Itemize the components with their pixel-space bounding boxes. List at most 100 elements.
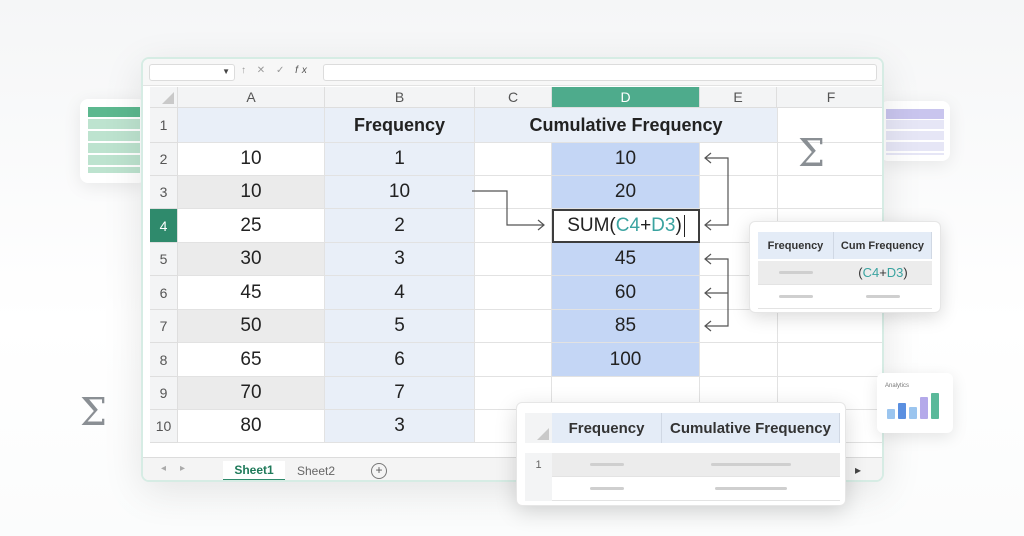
cell-a3[interactable]: 10 <box>178 176 325 209</box>
formula-input[interactable] <box>323 64 877 81</box>
popup-cell-formula: (C4 + D3) <box>834 261 932 285</box>
column-header-b[interactable]: B <box>325 87 475 108</box>
cell-f3[interactable] <box>778 176 882 209</box>
cell-c7[interactable] <box>475 310 552 343</box>
cell-c6[interactable] <box>475 276 552 310</box>
cell-d4-active-formula[interactable]: SUM(C4 + D3) <box>552 209 700 243</box>
analytics-bar <box>887 409 895 419</box>
sheet-nav-arrows[interactable]: ◂▸ <box>161 463 199 474</box>
confirm-icon[interactable]: ✓ <box>276 65 288 76</box>
cell-b3[interactable]: 10 <box>325 176 475 209</box>
tab-sheet2[interactable]: Sheet2 <box>287 461 345 480</box>
cell-b1-frequency-header[interactable]: Frequency <box>325 108 475 143</box>
row-header-2[interactable]: 2 <box>150 143 178 176</box>
left-mini-spreadsheet-card <box>80 99 146 183</box>
row-header-5[interactable]: 5 <box>150 243 178 276</box>
cell-f7[interactable] <box>778 310 882 343</box>
analytics-card: Analytics <box>877 373 953 433</box>
cell-a1[interactable] <box>178 108 325 143</box>
cell-d7[interactable]: 85 <box>552 310 700 343</box>
cell-a4[interactable]: 25 <box>178 209 325 243</box>
column-header-f[interactable]: F <box>777 87 882 108</box>
row-header-7[interactable]: 7 <box>150 310 178 343</box>
cell-e3[interactable] <box>700 176 778 209</box>
column-header-a[interactable]: A <box>178 87 325 108</box>
cell-c2[interactable] <box>475 143 552 176</box>
cell-c8[interactable] <box>475 343 552 377</box>
cell-a8[interactable]: 65 <box>178 343 325 377</box>
row-header-1[interactable]: 1 <box>150 108 178 143</box>
cell-a5[interactable]: 30 <box>178 243 325 276</box>
text-cursor <box>683 215 685 237</box>
row-header-6[interactable]: 6 <box>150 276 178 310</box>
formula-prefix: SUM( <box>567 215 616 236</box>
tab-sheet1[interactable]: Sheet1 <box>223 461 285 480</box>
column-header-c[interactable]: C <box>475 87 552 108</box>
analytics-bar <box>931 393 939 419</box>
select-all-corner[interactable] <box>150 87 178 108</box>
name-box[interactable]: ▼ <box>149 64 235 81</box>
cell-d3[interactable]: 20 <box>552 176 700 209</box>
popup-header-frequency: Frequency <box>758 232 834 259</box>
cell-c3[interactable] <box>475 176 552 209</box>
popup-ref-c4: C4 <box>862 265 880 280</box>
popup-cell-dash <box>552 477 662 501</box>
formula-bar: ▼ ↑ ✕ ✓ fx <box>143 59 882 86</box>
column-header-d[interactable]: D <box>552 87 700 108</box>
cell-c4[interactable] <box>475 209 552 243</box>
cell-a9[interactable]: 70 <box>178 377 325 410</box>
cell-a7[interactable]: 50 <box>178 310 325 343</box>
cell-d2[interactable]: 10 <box>552 143 700 176</box>
cell-e2[interactable] <box>700 143 778 176</box>
popup-header-frequency: Frequency <box>552 413 662 443</box>
cell-a10[interactable]: 80 <box>178 410 325 443</box>
row-header-4[interactable]: 4 <box>150 209 178 243</box>
chevron-down-icon: ▼ <box>222 67 230 76</box>
cell-b7[interactable]: 5 <box>325 310 475 343</box>
cell-b4[interactable]: 2 <box>325 209 475 243</box>
popup-cell-dash <box>758 261 834 285</box>
fx-icon[interactable]: fx <box>295 65 311 76</box>
cell-f1[interactable] <box>778 108 882 143</box>
cell-b5[interactable]: 3 <box>325 243 475 276</box>
cell-c1-d1-cumulative-header[interactable]: Cumulative Frequency <box>475 108 778 143</box>
popup-cell-dash <box>662 477 840 501</box>
cell-e7[interactable] <box>700 310 778 343</box>
formula-ref-d3: D3 <box>651 215 676 236</box>
row-header-3[interactable]: 3 <box>150 176 178 209</box>
scroll-right-icon[interactable]: ▸ <box>855 463 861 477</box>
cell-b9[interactable]: 7 <box>325 377 475 410</box>
cell-f8[interactable] <box>778 343 882 377</box>
popup-row-header-2 <box>525 477 552 501</box>
row-header-8[interactable]: 8 <box>150 343 178 377</box>
analytics-label: Analytics <box>885 383 910 389</box>
popup-cell-dash <box>662 453 840 477</box>
cell-a2[interactable]: 10 <box>178 143 325 176</box>
cell-b10[interactable]: 3 <box>325 410 475 443</box>
cell-a6[interactable]: 45 <box>178 276 325 310</box>
cell-f2[interactable] <box>778 143 882 176</box>
cell-d5[interactable]: 45 <box>552 243 700 276</box>
row-header-9[interactable]: 9 <box>150 377 178 410</box>
popup-cell-dash <box>758 285 834 309</box>
popup-corner <box>525 413 552 443</box>
cell-c5[interactable] <box>475 243 552 276</box>
add-sheet-button[interactable]: + <box>371 463 387 479</box>
popup-cell-dash <box>552 453 662 477</box>
formula-ref-c4: C4 <box>615 215 641 236</box>
cell-d6[interactable]: 60 <box>552 276 700 310</box>
mini-sheet-header <box>88 107 140 117</box>
cell-d8[interactable]: 100 <box>552 343 700 377</box>
cell-e8[interactable] <box>700 343 778 377</box>
cell-b8[interactable]: 6 <box>325 343 475 377</box>
column-header-e[interactable]: E <box>700 87 777 108</box>
formula-suffix: ) <box>675 215 682 236</box>
cum-frequency-popup: Frequency Cum Frequency (C4 + D3) <box>749 221 941 313</box>
sigma-icon: Σ <box>80 390 107 434</box>
cell-b2[interactable]: 1 <box>325 143 475 176</box>
analytics-bar <box>920 397 928 419</box>
cancel-icon[interactable]: ✕ <box>257 65 269 76</box>
popup-header-cum-frequency: Cum Frequency <box>834 232 932 259</box>
row-header-10[interactable]: 10 <box>150 410 178 443</box>
cell-b6[interactable]: 4 <box>325 276 475 310</box>
